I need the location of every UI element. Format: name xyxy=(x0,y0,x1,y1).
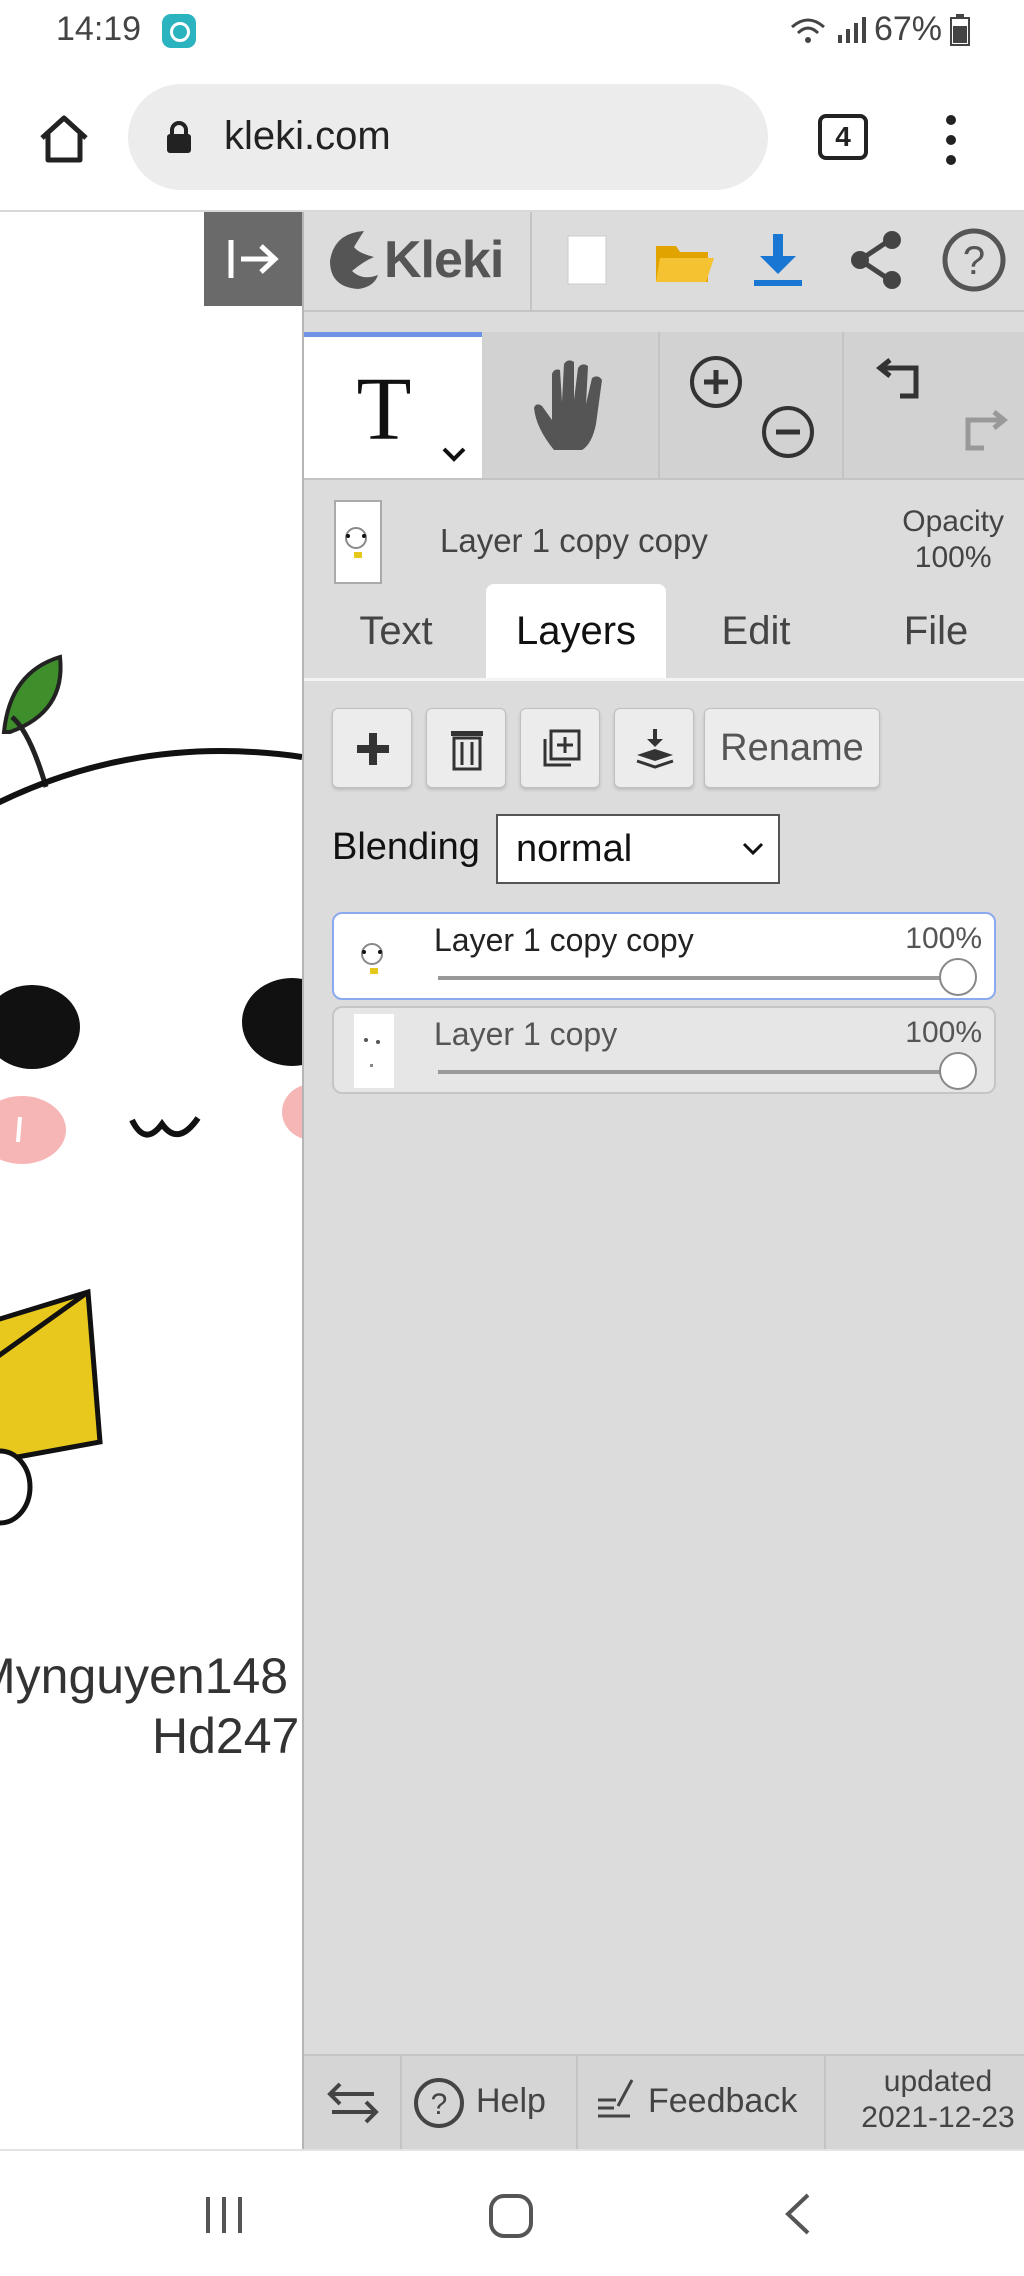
current-layer-info: Layer 1 copy copy Opacity 100% xyxy=(304,480,1024,590)
swap-panel-button[interactable] xyxy=(304,2056,402,2149)
merge-down-icon xyxy=(636,729,674,769)
tab-edit[interactable]: Edit xyxy=(666,584,846,678)
open-folder-icon[interactable] xyxy=(648,224,720,296)
delete-layer-button[interactable] xyxy=(426,708,506,788)
download-icon[interactable] xyxy=(742,224,814,296)
battery-icon xyxy=(950,13,970,46)
status-time: 14:19 xyxy=(56,10,142,48)
current-layer-name: Layer 1 copy copy xyxy=(440,522,708,559)
status-right: 67% xyxy=(788,10,970,49)
undo-icon[interactable] xyxy=(876,350,936,410)
add-layer-button[interactable] xyxy=(332,708,412,788)
tab-file[interactable]: File xyxy=(846,584,1024,678)
feedback-icon xyxy=(598,2079,634,2118)
toolbar-divider xyxy=(530,212,532,310)
history-controls xyxy=(844,332,1024,478)
layer-opacity: 100% xyxy=(905,922,982,955)
layer-opacity-slider[interactable] xyxy=(939,958,977,996)
layer-opacity-slider[interactable] xyxy=(939,1052,977,1090)
kleki-logo[interactable]: Kleki xyxy=(324,224,504,296)
tab-layers[interactable]: Layers xyxy=(486,584,666,678)
layer-opacity-track[interactable] xyxy=(438,1070,958,1074)
collapse-panel-icon[interactable] xyxy=(204,212,302,306)
svg-text:?: ? xyxy=(963,239,985,283)
duplicate-layer-button[interactable] xyxy=(520,708,600,788)
share-icon[interactable] xyxy=(840,224,912,296)
recents-icon[interactable] xyxy=(202,2193,246,2237)
android-nav-bar xyxy=(0,2149,1024,2276)
opacity-value: 100% xyxy=(914,541,992,574)
text-tool-button[interactable]: T xyxy=(304,332,482,478)
current-layer-opacity: Opacity 100% xyxy=(902,504,1004,576)
text-tool-icon: T xyxy=(357,360,466,462)
updated-label: updated xyxy=(883,2065,993,2098)
blending-select[interactable]: normal xyxy=(496,814,780,884)
lock-icon xyxy=(167,121,191,153)
logo-text: Kleki xyxy=(384,231,504,289)
battery-percent: 67% xyxy=(873,10,942,48)
delete-layer-icon xyxy=(451,731,483,771)
zoom-controls xyxy=(660,332,844,478)
hand-tool-icon xyxy=(534,360,602,450)
address-bar[interactable]: kleki.com xyxy=(128,84,768,190)
home-nav-icon[interactable] xyxy=(486,2191,536,2241)
help-button[interactable]: ? Help xyxy=(402,2056,578,2149)
canvas-text-line2: Hd247 xyxy=(152,1708,300,1764)
tool-row: T xyxy=(304,332,1024,480)
side-panel: Kleki ? T Layer 1 copy copy Opacity 100%… xyxy=(302,212,1024,2149)
updated-date: 2021-12-23 xyxy=(861,2101,1015,2134)
feedback-label: Feedback xyxy=(648,2082,798,2120)
layer-opacity: 100% xyxy=(905,1016,982,1049)
chevron-down-icon xyxy=(742,842,764,856)
status-bar: 14:19 67% xyxy=(0,0,1024,62)
layer-opacity-track[interactable] xyxy=(438,976,958,980)
blending-label: Blending xyxy=(332,826,480,868)
url-text: kleki.com xyxy=(224,114,391,158)
canvas-text-line1: Mynguyen148 xyxy=(0,1648,289,1704)
hand-tool-button[interactable] xyxy=(484,332,660,478)
add-layer-icon xyxy=(357,733,389,765)
updated-info: updated 2021-12-23 xyxy=(850,2064,1024,2136)
rename-layer-button[interactable]: Rename xyxy=(704,708,880,788)
current-layer-thumbnail xyxy=(334,500,382,584)
layer-name: Layer 1 copy xyxy=(434,1016,618,1052)
layer-row[interactable]: Layer 1 copy 100% xyxy=(332,1006,996,1094)
swap-icon xyxy=(327,2082,379,2124)
zoom-in-icon[interactable] xyxy=(686,352,746,412)
svg-text:?: ? xyxy=(431,2088,448,2121)
drawing-canvas[interactable]: Mynguyen148 Hd247 xyxy=(0,212,302,2149)
signal-icon xyxy=(837,16,866,43)
browser-toolbar: kleki.com 4 xyxy=(0,62,1024,212)
layer-thumbnail xyxy=(354,1014,394,1088)
kleki-logo-icon xyxy=(330,231,378,289)
svg-text:T: T xyxy=(357,360,412,459)
help-label: Help xyxy=(476,2082,546,2120)
layer-row[interactable]: Layer 1 copy copy 100% xyxy=(332,912,996,1000)
help-circle-icon: ? xyxy=(414,2078,464,2128)
zoom-out-icon[interactable] xyxy=(758,402,818,462)
tabs-icon[interactable]: 4 xyxy=(818,114,868,160)
tab-text[interactable]: Text xyxy=(306,584,486,678)
duplicate-layer-icon xyxy=(543,729,581,767)
panel-footer: ? Help Feedback updated 2021-12-23 xyxy=(304,2054,1024,2149)
layer-name: Layer 1 copy copy xyxy=(434,922,694,958)
app-notification-icon xyxy=(162,14,196,48)
help-icon[interactable]: ? xyxy=(938,224,1010,296)
back-icon[interactable] xyxy=(778,2189,818,2239)
redo-icon[interactable] xyxy=(948,402,1008,462)
home-icon[interactable] xyxy=(36,112,92,166)
blending-value: normal xyxy=(516,828,633,870)
layer-thumbnail xyxy=(354,920,394,994)
new-file-icon[interactable] xyxy=(550,224,622,296)
canvas-drawing xyxy=(0,654,302,1526)
merge-down-button[interactable] xyxy=(614,708,694,788)
panel-tabs: Text Layers Edit File xyxy=(304,584,1024,681)
menu-dots-icon[interactable] xyxy=(936,110,966,170)
opacity-label: Opacity xyxy=(902,505,1004,538)
feedback-button[interactable]: Feedback xyxy=(578,2056,826,2149)
app-toolbar: Kleki ? xyxy=(304,212,1024,312)
wifi-icon xyxy=(790,18,825,43)
